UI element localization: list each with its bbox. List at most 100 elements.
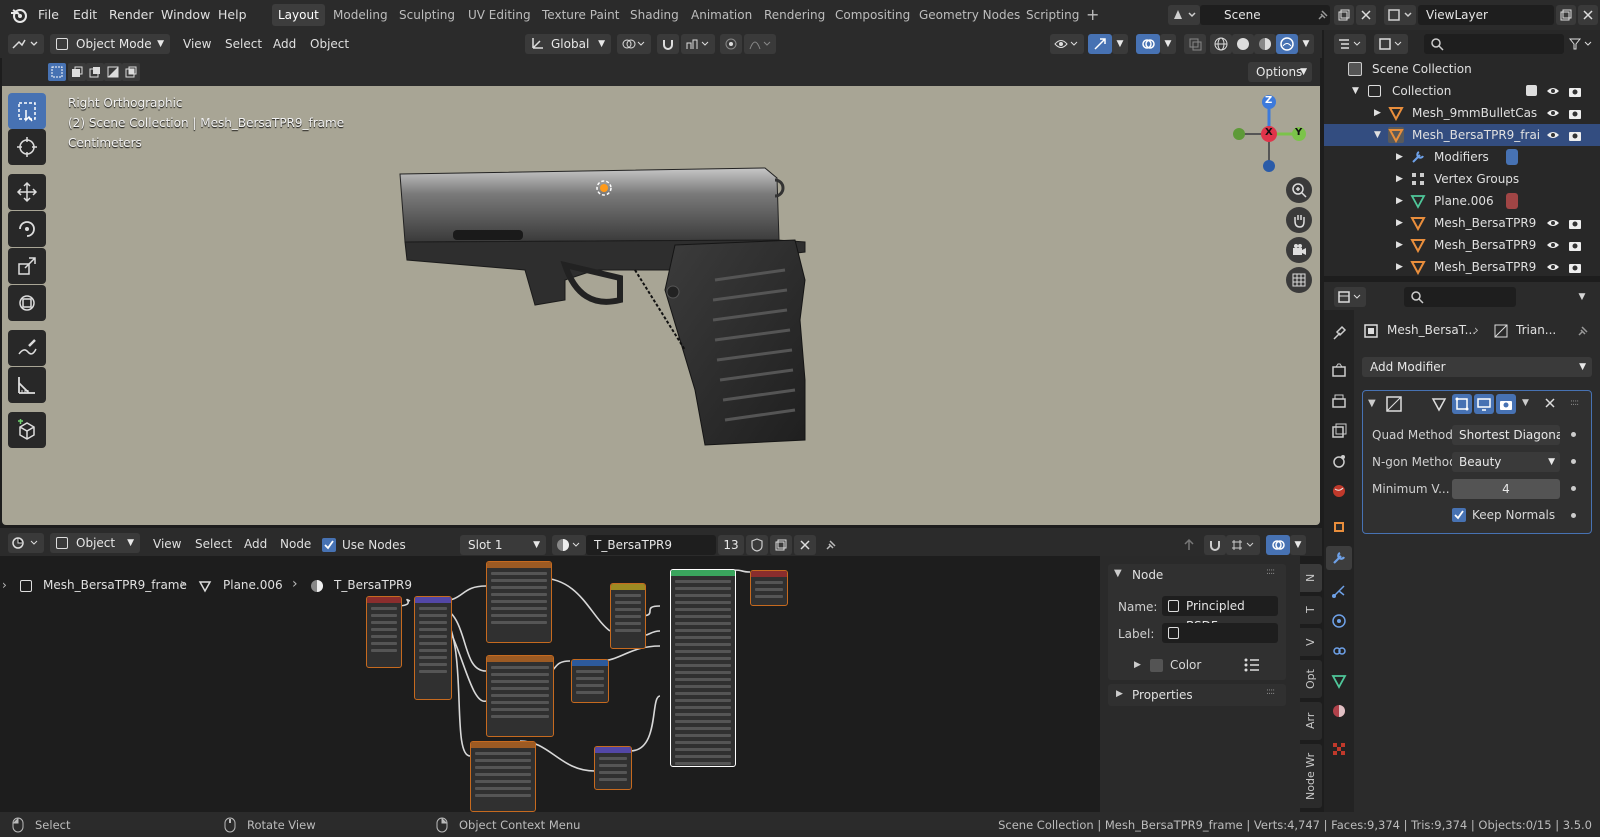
mapping-node[interactable] bbox=[414, 596, 452, 700]
sidebar-tab-opt[interactable]: Opt bbox=[1300, 660, 1322, 698]
node-label-field[interactable] bbox=[1162, 623, 1278, 643]
add-modifier-dropdown[interactable]: Add Modifier ▼ bbox=[1362, 357, 1592, 377]
sidebar-tab-t[interactable]: T bbox=[1300, 596, 1322, 624]
menu-render[interactable]: Render bbox=[109, 0, 154, 30]
node-overlay-dropdown[interactable]: ▼ bbox=[1290, 535, 1306, 555]
filter-icon[interactable] bbox=[1566, 34, 1596, 54]
scale-tool[interactable] bbox=[8, 248, 46, 284]
physics-tab-icon[interactable] bbox=[1328, 610, 1350, 632]
outliner-collection[interactable]: ▼ Collection bbox=[1324, 80, 1600, 102]
shading-dropdown-button[interactable]: ▼ bbox=[1298, 34, 1314, 54]
outliner-vertex-groups[interactable]: ▶ Vertex Groups bbox=[1324, 168, 1600, 190]
quad-method-dropdown[interactable]: Shortest Diagonal bbox=[1452, 425, 1560, 445]
principled-bsdf-node[interactable] bbox=[670, 569, 736, 767]
sidebar-tab-n[interactable]: N bbox=[1300, 564, 1322, 592]
blender-logo-icon[interactable] bbox=[10, 6, 28, 24]
ortho-grid-icon[interactable] bbox=[1286, 267, 1312, 293]
camera-view-icon[interactable] bbox=[1286, 237, 1312, 263]
node-snap-mode-icon[interactable] bbox=[1226, 535, 1260, 555]
separate-color-node[interactable] bbox=[610, 583, 646, 649]
cursor-tool[interactable] bbox=[8, 129, 46, 165]
material-output-node[interactable] bbox=[750, 570, 788, 606]
ngon-method-dropdown[interactable]: Beauty ▼ bbox=[1452, 452, 1560, 472]
collapse-arrow-icon[interactable]: ▼ bbox=[1368, 398, 1376, 409]
menu-window[interactable]: Window bbox=[161, 0, 210, 30]
eye-icon[interactable] bbox=[1546, 238, 1560, 252]
object-mode-dropdown[interactable]: Object Mode ▼ bbox=[50, 34, 170, 54]
material-name-field[interactable]: T_BersaTPR9 bbox=[586, 535, 716, 555]
camera-render-icon[interactable] bbox=[1568, 238, 1582, 252]
fake-user-shield-icon[interactable] bbox=[746, 535, 768, 555]
eye-icon[interactable] bbox=[1546, 216, 1560, 230]
menu-file[interactable]: File bbox=[38, 0, 59, 30]
measure-tool[interactable] bbox=[8, 367, 46, 403]
tab-scripting[interactable]: Scripting bbox=[1020, 4, 1085, 26]
show-in-viewport-icon[interactable] bbox=[1474, 394, 1494, 414]
move-tool[interactable] bbox=[8, 174, 46, 210]
select-box-tool[interactable] bbox=[8, 93, 46, 129]
node-menu-view[interactable]: View bbox=[153, 530, 181, 558]
transform-orientation-dropdown[interactable]: Global ▼ bbox=[525, 34, 611, 54]
eye-icon[interactable] bbox=[1546, 260, 1560, 274]
eye-icon[interactable] bbox=[1546, 84, 1560, 98]
collapse-arrow-icon[interactable]: ▼ bbox=[1114, 568, 1122, 579]
properties-options-dropdown[interactable]: ▼ bbox=[1570, 287, 1594, 307]
delete-scene-icon[interactable] bbox=[1356, 5, 1376, 25]
pin-icon[interactable] bbox=[1316, 8, 1330, 22]
overlay-dropdown-button[interactable]: ▼ bbox=[1160, 34, 1176, 54]
menu-edit[interactable]: Edit bbox=[73, 0, 97, 30]
scene-selector-icon[interactable] bbox=[1168, 5, 1200, 25]
zoom-icon[interactable] bbox=[1286, 177, 1312, 203]
viewport-menu-object[interactable]: Object bbox=[310, 30, 349, 58]
exclude-checkbox-icon[interactable] bbox=[1526, 85, 1537, 96]
tab-compositing[interactable]: Compositing bbox=[829, 4, 916, 26]
view-layer-tab-icon[interactable] bbox=[1328, 420, 1350, 442]
gizmo-dropdown-button[interactable]: ▼ bbox=[1112, 34, 1128, 54]
new-viewlayer-icon[interactable] bbox=[1556, 5, 1576, 25]
use-nodes-checkbox[interactable] bbox=[322, 538, 336, 552]
menu-help[interactable]: Help bbox=[218, 0, 247, 30]
select-extend-icon[interactable] bbox=[68, 63, 86, 81]
viewlayer-selector-icon[interactable] bbox=[1384, 5, 1416, 25]
show-in-editmode-icon[interactable] bbox=[1452, 394, 1472, 414]
sidebar-tab-node-wrangler[interactable]: Node Wr bbox=[1300, 744, 1322, 808]
modifiers-tab-icon[interactable] bbox=[1326, 546, 1352, 570]
parent-node-tree-icon[interactable] bbox=[1178, 535, 1200, 555]
material-tab-icon[interactable] bbox=[1328, 700, 1350, 722]
collapse-arrow-icon[interactable]: ▼ bbox=[1374, 124, 1381, 146]
chevron-down-icon[interactable]: ▼ bbox=[1522, 398, 1529, 408]
tab-rendering[interactable]: Rendering bbox=[758, 4, 831, 26]
add-workspace-icon[interactable]: + bbox=[1086, 6, 1099, 24]
animate-property-icon[interactable] bbox=[1571, 513, 1576, 518]
output-tab-icon[interactable] bbox=[1328, 390, 1350, 412]
drag-handle-icon[interactable]: :::: bbox=[1266, 567, 1275, 577]
viewport-menu-add[interactable]: Add bbox=[273, 30, 296, 58]
minimum-vertices-field[interactable]: 4 bbox=[1452, 479, 1560, 499]
outliner-item-frame[interactable]: ▼ Mesh_BersaTPR9_frai bbox=[1324, 124, 1600, 146]
slot-dropdown[interactable]: Slot 1 ▼ bbox=[460, 535, 546, 555]
xray-toggle-button[interactable] bbox=[1184, 34, 1206, 54]
add-cube-tool[interactable] bbox=[8, 412, 46, 448]
outliner-editor-type-button[interactable] bbox=[1334, 34, 1366, 54]
close-icon[interactable] bbox=[1544, 397, 1556, 409]
shader-type-dropdown[interactable]: Object ▼ bbox=[50, 533, 140, 553]
tab-sculpting[interactable]: Sculpting bbox=[393, 4, 461, 26]
pan-hand-icon[interactable] bbox=[1286, 207, 1312, 233]
display-mode-button[interactable] bbox=[1374, 34, 1408, 54]
scene-tab-icon[interactable] bbox=[1328, 450, 1350, 472]
animate-property-icon[interactable] bbox=[1571, 459, 1576, 464]
outliner-item-mesh-1[interactable]: ▶ Mesh_BersaTPR9 bbox=[1324, 212, 1600, 234]
material-browse-button[interactable] bbox=[552, 535, 586, 555]
outliner-scene-collection[interactable]: Scene Collection bbox=[1324, 58, 1600, 80]
camera-render-icon[interactable] bbox=[1568, 260, 1582, 274]
annotate-tool[interactable] bbox=[8, 330, 46, 366]
outliner-item-bullet[interactable]: ▶ Mesh_9mmBulletCas bbox=[1324, 102, 1600, 124]
animate-property-icon[interactable] bbox=[1571, 432, 1576, 437]
node-snap-icon[interactable] bbox=[1204, 535, 1226, 555]
duplicate-material-icon[interactable] bbox=[770, 535, 792, 555]
visibility-selectability-button[interactable] bbox=[1050, 34, 1084, 54]
node-menu-node[interactable]: Node bbox=[280, 530, 311, 558]
show-in-render-icon[interactable] bbox=[1496, 394, 1516, 414]
gizmo-toggle-button[interactable] bbox=[1088, 34, 1112, 54]
drag-handle-icon[interactable]: :::: bbox=[1570, 398, 1579, 408]
